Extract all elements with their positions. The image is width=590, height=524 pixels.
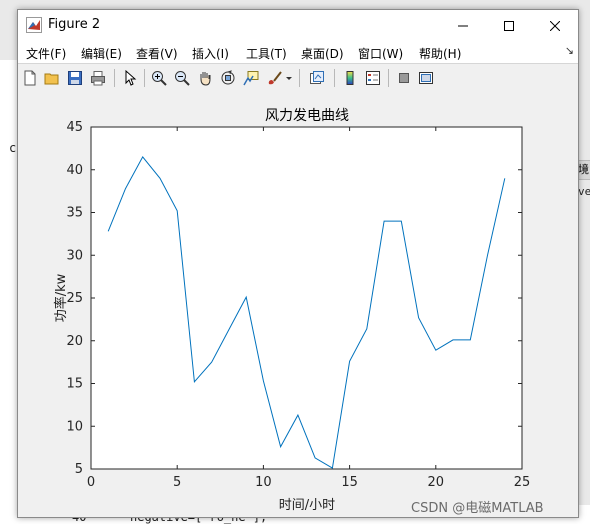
x-tick-label: 0 — [87, 475, 95, 490]
toolbar-separator — [334, 69, 335, 87]
watermark: CSDN @电磁MATLAB — [411, 501, 544, 516]
matlab-icon — [26, 17, 42, 33]
zoom-in-icon[interactable] — [149, 68, 169, 88]
title-bar[interactable]: Figure 2 — [18, 10, 578, 41]
link-plot-icon[interactable] — [307, 68, 327, 88]
dock-arrow-icon[interactable]: ↘ — [565, 44, 574, 57]
menu-tools[interactable]: 工具(T) — [246, 45, 287, 62]
x-tick-label: 20 — [428, 475, 445, 490]
line-chart[interactable]: 风力发电曲线 时间/小时 功率/kw 0 5 10 15 20 2551015202530… — [18, 92, 578, 517]
y-tick-label: 30 — [66, 248, 83, 263]
minimize-icon — [458, 25, 468, 26]
background-side-text-ve: ve — [578, 185, 590, 198]
menu-bar: 文件(F) 编辑(E) 查看(V) 插入(I) 工具(T) 桌面(D) 窗口(W… — [18, 41, 578, 63]
y-tick-label: 25 — [66, 291, 83, 306]
menu-desktop[interactable]: 桌面(D) — [301, 45, 344, 62]
y-tick-label: 40 — [66, 163, 83, 178]
pan-hand-icon[interactable] — [195, 68, 215, 88]
background-editor-panel — [0, 60, 17, 524]
toolbar-separator — [388, 69, 389, 87]
y-tick-label: 10 — [66, 419, 83, 434]
hide-plot-tools-icon[interactable] — [394, 68, 414, 88]
close-icon — [550, 20, 560, 31]
print-icon[interactable] — [88, 68, 108, 88]
save-icon[interactable] — [65, 68, 85, 88]
figure-canvas[interactable]: 风力发电曲线 时间/小时 功率/kw 0 5 10 15 20 25 5 10 15 20 25 30… — [18, 92, 578, 517]
x-axis-label: 时间/小时 — [279, 498, 335, 513]
brush-icon[interactable] — [264, 68, 284, 88]
menu-edit[interactable]: 编辑(E) — [81, 45, 122, 62]
select-arrow-icon[interactable] — [120, 68, 140, 88]
data-cursor-icon[interactable] — [241, 68, 261, 88]
brush-dropdown-icon[interactable] — [284, 68, 294, 88]
y-tick-label: 15 — [66, 377, 83, 392]
figure-window: Figure 2 文件(F) 编辑(E) 查看(V) 插入(I) 工具(T) 桌… — [17, 9, 579, 518]
new-figure-icon[interactable] — [20, 68, 40, 88]
y-tick-label: 20 — [66, 334, 83, 349]
y-tick-label: 35 — [66, 206, 83, 221]
rotate-3d-icon[interactable] — [218, 68, 238, 88]
menu-file[interactable]: 文件(F) — [26, 45, 66, 62]
x-tick-label: 5 — [173, 475, 181, 490]
maximize-button[interactable] — [486, 10, 532, 41]
y-tick-label: 5 — [75, 462, 83, 477]
colorbar-icon[interactable] — [340, 68, 360, 88]
legend-icon[interactable] — [363, 68, 383, 88]
minimize-button[interactable] — [440, 10, 486, 41]
toolbar-separator — [299, 69, 300, 87]
zoom-out-icon[interactable] — [172, 68, 192, 88]
background-tab-label: 境 — [578, 163, 589, 176]
menu-window[interactable]: 窗口(W) — [358, 45, 403, 62]
x-tick-label: 25 — [514, 475, 531, 490]
x-tick-label: 10 — [255, 475, 272, 490]
background-side-text: c — [9, 141, 17, 155]
window-title: Figure 2 — [48, 17, 101, 32]
close-button[interactable] — [532, 10, 578, 41]
maximize-icon — [504, 20, 514, 31]
figure-toolbar — [18, 63, 578, 93]
toolbar-separator — [144, 69, 145, 87]
menu-help[interactable]: 帮助(H) — [419, 45, 461, 62]
axes-box — [90, 126, 523, 470]
open-file-icon[interactable] — [42, 68, 62, 88]
menu-insert[interactable]: 插入(I) — [192, 45, 229, 62]
chart-title: 风力发电曲线 — [265, 108, 349, 124]
x-tick-label: 15 — [341, 475, 358, 490]
show-plot-tools-icon[interactable] — [416, 68, 436, 88]
y-tick-label: 45 — [66, 120, 83, 135]
menu-view[interactable]: 查看(V) — [136, 45, 178, 62]
toolbar-separator — [114, 69, 115, 87]
